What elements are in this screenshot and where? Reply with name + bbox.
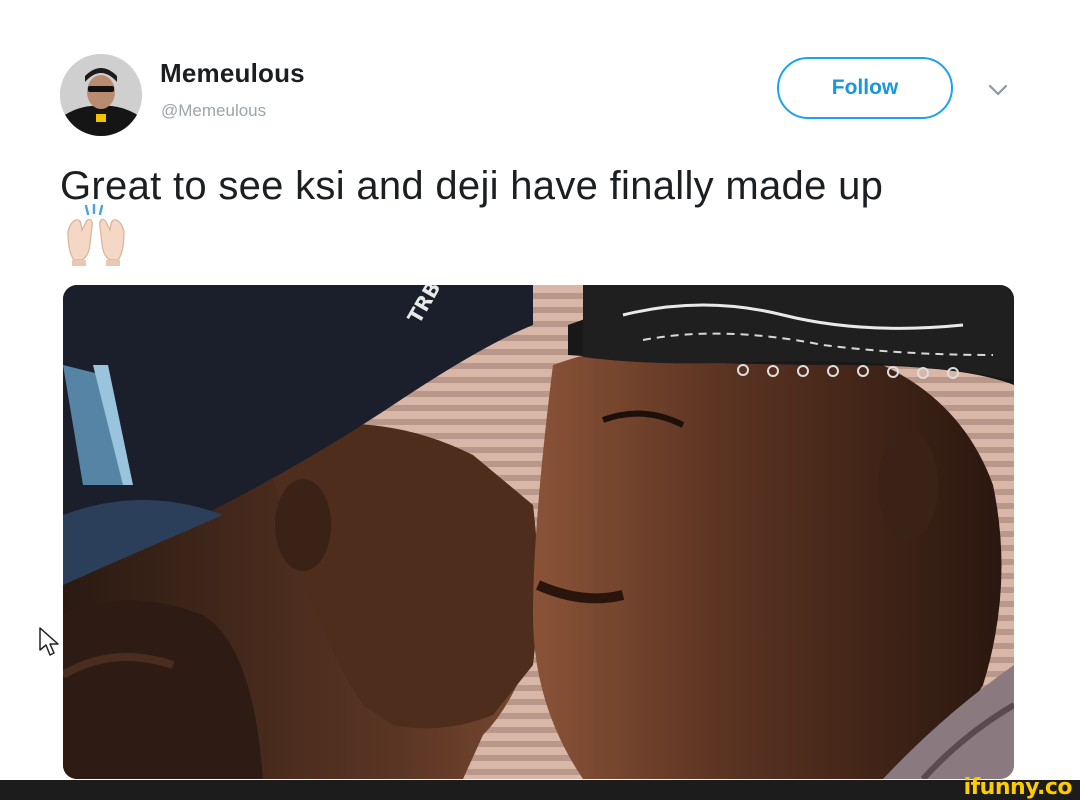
tweet-card: Memeulous @Memeulous Follow Great to see… bbox=[0, 0, 1080, 780]
user-handle[interactable]: @Memeulous bbox=[161, 101, 266, 121]
chevron-down-icon[interactable] bbox=[984, 78, 1012, 102]
avatar[interactable] bbox=[60, 54, 142, 136]
ifunny-watermark: ifunny.co bbox=[963, 775, 1073, 800]
display-name[interactable]: Memeulous bbox=[160, 58, 305, 89]
raising-hands-icon bbox=[64, 202, 128, 268]
mouse-cursor-icon bbox=[38, 626, 62, 658]
tweet-media-image[interactable]: TRB bbox=[63, 285, 1014, 779]
tweet-text: Great to see ksi and deji have finally m… bbox=[60, 164, 884, 208]
follow-button[interactable]: Follow bbox=[777, 57, 953, 119]
avatar-image bbox=[60, 54, 142, 136]
bottom-bar bbox=[0, 780, 1080, 800]
